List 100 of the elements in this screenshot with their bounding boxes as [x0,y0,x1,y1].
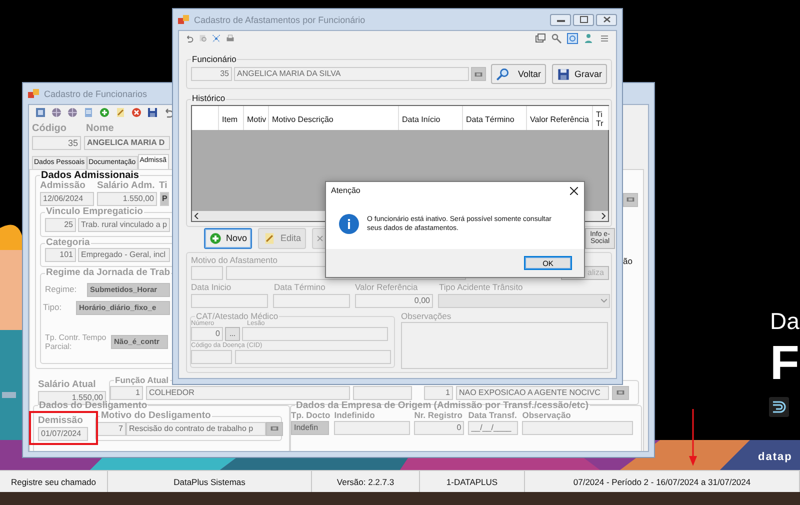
select-field[interactable] [438,294,610,308]
name-label: Nome [86,123,114,134]
reason-field[interactable]: Rescisão do contrato de trabalho p [126,422,266,436]
maximize-icon [580,16,588,23]
group-title: Categoria [45,238,91,248]
column-header[interactable]: Motivo Descrição [269,106,399,130]
picker-icon [626,195,635,204]
field-label: Salário Atual [38,380,97,391]
globe-icon [67,107,78,118]
field-label: Demissão [38,416,84,427]
select-field[interactable]: Indefin [291,420,329,435]
date-field[interactable] [191,294,268,308]
spin-field[interactable] [522,420,634,435]
group-title: Dados Admissionais [40,170,140,180]
field-label: Data Inicio [191,283,232,294]
description-field[interactable]: Trab. rural vinculado a p [78,218,170,232]
date-field[interactable]: 01/07/2024 [38,426,88,441]
save-icon [147,107,158,118]
date-field[interactable]: 12/06/2024 [40,192,94,206]
logo-icon [769,397,789,417]
salary-field[interactable]: 1.550,00 [97,192,157,206]
highlight-frame [29,411,98,445]
name-field[interactable]: ANGELICA MARIA D [84,136,170,150]
globe-icon [51,107,62,118]
field-label: Indefinido [334,411,376,421]
printer-icon [226,33,234,44]
empty-field[interactable] [353,386,412,400]
delete-icon [131,107,142,118]
back-button[interactable]: Voltar [491,64,546,84]
picker-button[interactable] [266,422,283,436]
minimize-icon [556,18,564,22]
undo-icon [163,107,174,118]
banner-text: F [770,340,800,388]
cid-field[interactable] [235,350,391,364]
picker-icon [270,424,279,434]
brand-text: datap [758,451,792,463]
group-title: Funcionário [191,55,238,64]
code-field[interactable]: 1 [424,386,453,400]
maximize-button[interactable] [573,14,594,26]
field-label: Tp. Docto [291,411,330,421]
code-field[interactable]: 1 [110,386,143,400]
type-field[interactable]: P [160,192,169,206]
group-title: Função Atual [114,376,170,386]
column-header[interactable]: Ti Tr [593,106,609,130]
close-icon [602,16,610,23]
close-button[interactable] [596,14,617,26]
code-field[interactable]: 7 [96,422,126,436]
value-field[interactable]: 0,00 [355,294,433,308]
add-icon [209,232,222,245]
number-field[interactable]: 0 [191,327,223,342]
document-icon [83,107,94,118]
column-header[interactable]: Valor Referência [527,106,593,130]
text-field[interactable] [334,420,410,435]
column-header[interactable]: Item [219,106,244,130]
injury-field[interactable] [242,327,388,342]
close-icon[interactable] [570,186,578,194]
picker-icon [474,70,483,79]
group-title: Dados da Empresa de Origem (Admissão por Transf./cessão/etc) [295,400,590,412]
windows-icon [535,33,546,44]
code-field[interactable] [191,350,232,364]
field-label: Ti [159,180,168,192]
add-icon [99,107,110,118]
edit-icon [115,107,126,118]
save-button[interactable]: Gravar [552,64,607,84]
notes-field[interactable] [401,322,608,369]
name-field[interactable]: ANGELICA MARIA DA SILVA [234,67,469,82]
exposure-field[interactable]: NAO EXPOSICAO A AGENTE NOCIVC [456,386,609,400]
field-label: Tipo Acidente Trânsito [439,283,524,294]
window-title: Cadastro de Afastamentos por Funcionário [194,14,366,24]
picker-button[interactable] [623,192,638,206]
code-field[interactable]: 35 [32,136,81,150]
scroll-right-icon[interactable] [601,212,606,219]
text-field[interactable]: __/__/____ [468,420,518,435]
field-label: Regime: [45,284,78,295]
arrow [688,409,698,466]
code-field[interactable] [191,266,223,280]
new-button[interactable]: Novo [204,228,252,249]
picker-button[interactable] [471,67,486,82]
picker-button[interactable] [612,386,629,400]
role-field[interactable]: COLHEDOR [146,386,350,400]
date-field[interactable] [273,294,350,308]
minimize-button[interactable] [550,14,571,26]
group-title: Regime da Jornada de Trab [45,268,172,279]
field-label: Motivo do Afastamento [191,256,278,266]
scroll-left-icon[interactable] [194,212,199,219]
search-icon [551,33,562,44]
number-field[interactable]: 0 [414,420,464,435]
undo-icon [185,33,194,44]
description-field[interactable]: Empregado - Geral, incl [78,248,170,262]
column-header[interactable]: Data Início [399,106,463,130]
person-icon [583,33,594,44]
column-header[interactable]: Data Término [463,106,527,130]
search-icon [496,68,509,81]
code-field[interactable]: 25 [45,218,76,232]
dialog-title: Atenção [331,186,360,195]
info-icon [339,214,359,234]
code-field[interactable]: 35 [191,67,232,82]
column-header[interactable]: Motiv [244,106,269,130]
edit-icon [263,232,276,245]
code-field[interactable]: 101 [45,248,76,262]
